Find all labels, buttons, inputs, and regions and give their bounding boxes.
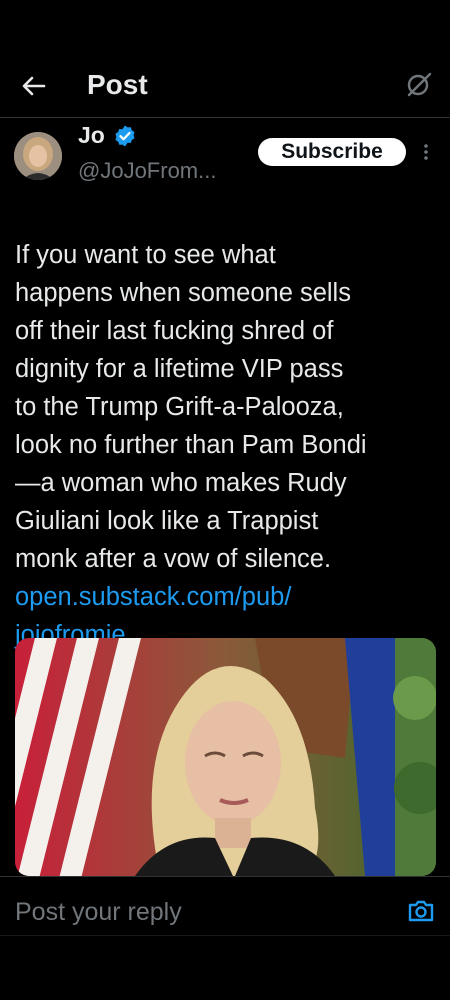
- camera-icon[interactable]: [406, 897, 436, 925]
- top-bar: Post: [0, 56, 450, 116]
- tweet-text-block: If you want to see what happens when som…: [15, 198, 440, 692]
- reply-input[interactable]: Post your reply: [15, 898, 182, 927]
- reply-divider: [0, 876, 450, 877]
- grok-icon[interactable]: [406, 72, 432, 98]
- avatar[interactable]: [14, 132, 62, 180]
- page-title: Post: [87, 69, 148, 100]
- author-name[interactable]: Jo: [78, 122, 105, 149]
- header-divider: [0, 117, 450, 118]
- arrow-left-icon[interactable]: [18, 70, 50, 102]
- author-handle[interactable]: @JoJoFrom...: [78, 158, 216, 184]
- tweet-image[interactable]: [15, 638, 436, 876]
- verified-badge-icon: [115, 125, 135, 147]
- tweet-text: If you want to see what happens when som…: [15, 241, 367, 573]
- bottom-divider: [0, 935, 450, 936]
- more-options-icon[interactable]: [419, 140, 433, 164]
- subscribe-button[interactable]: Subscribe: [258, 138, 406, 166]
